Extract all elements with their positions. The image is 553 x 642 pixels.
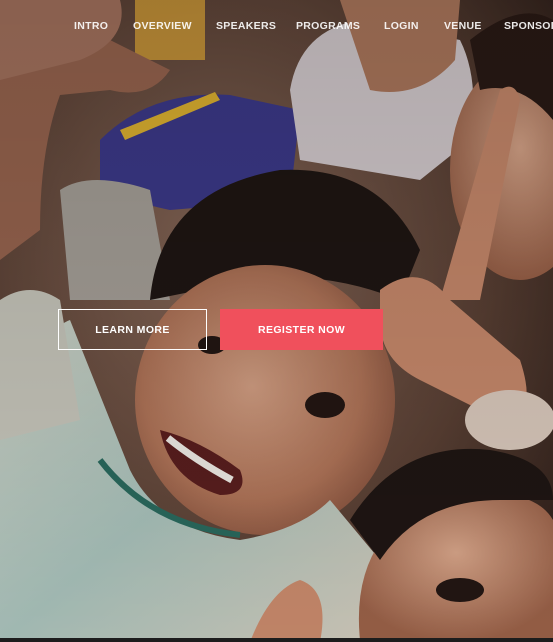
nav-item-login[interactable]: LOGIN [384, 20, 419, 32]
register-now-button[interactable]: REGISTER NOW [220, 309, 383, 350]
nav-item-intro[interactable]: INTRO [74, 20, 108, 32]
learn-more-button[interactable]: LEARN MORE [58, 309, 207, 350]
nav-item-sponsors[interactable]: SPONSORS [504, 20, 553, 32]
nav-item-speakers[interactable]: SPEAKERS [216, 20, 276, 32]
nav-item-venue[interactable]: VENUE [444, 20, 482, 32]
nav-item-programs[interactable]: PROGRAMS [296, 20, 360, 32]
nav-item-overview[interactable]: OVERVIEW [133, 20, 192, 32]
register-now-label: REGISTER NOW [257, 323, 346, 336]
bottom-edge-bar [0, 638, 553, 642]
top-navigation: INTRO OVERVIEW SPEAKERS PROGRAMS LOGIN V… [0, 20, 553, 38]
learn-more-label: LEARN MORE [95, 323, 170, 336]
